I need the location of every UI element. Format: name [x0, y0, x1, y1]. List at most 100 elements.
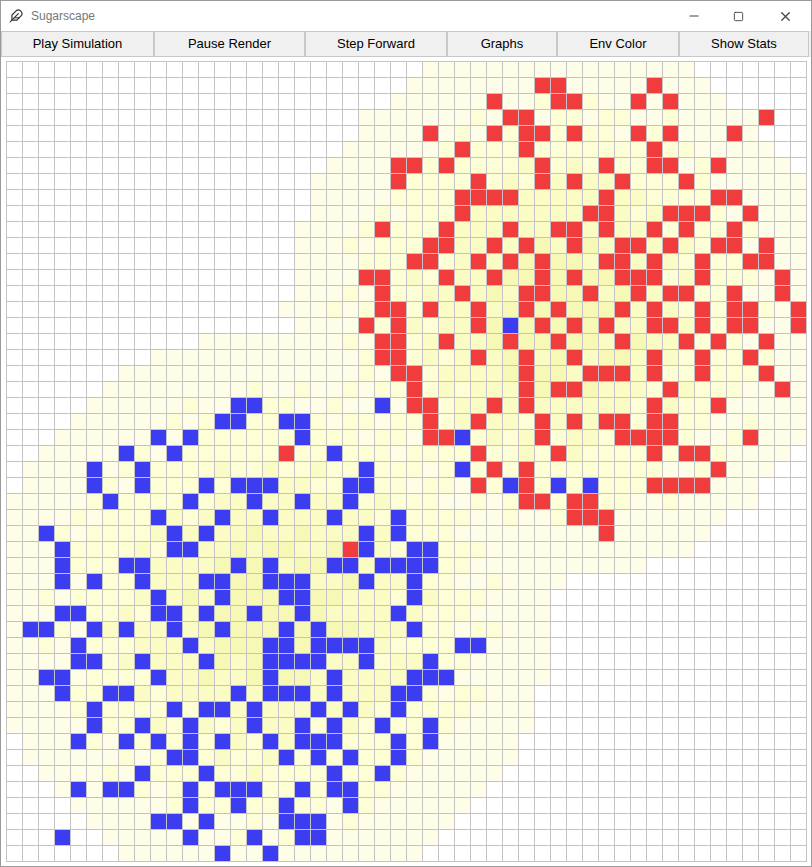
agent-cell: [471, 446, 486, 461]
agent-cell: [423, 398, 438, 413]
sugar-cell: [327, 190, 342, 205]
agent-cell: [407, 622, 422, 637]
sugar-cell: [295, 462, 310, 477]
sugar-cell: [679, 78, 694, 93]
agent-cell: [199, 654, 214, 669]
sugar-cell: [247, 206, 262, 221]
sugar-cell: [711, 590, 726, 605]
sugar-cell: [583, 62, 598, 77]
sugar-cell: [567, 206, 582, 221]
sugar-cell: [23, 206, 38, 221]
sugar-cell: [631, 366, 646, 381]
sugar-cell: [279, 110, 294, 125]
agent-cell: [695, 302, 710, 317]
sugar-cell: [727, 414, 742, 429]
sugar-cell: [311, 366, 326, 381]
agent-cell: [119, 622, 134, 637]
sugar-cell: [375, 382, 390, 397]
sugar-cell: [343, 286, 358, 301]
toolbar-button[interactable]: Pause Render: [154, 31, 305, 57]
sugar-cell: [487, 334, 502, 349]
sugar-cell: [503, 398, 518, 413]
sugar-cell: [311, 606, 326, 621]
sugar-cell: [39, 158, 54, 173]
agent-cell: [295, 574, 310, 589]
sugar-cell: [39, 606, 54, 621]
sugar-cell: [631, 206, 646, 221]
toolbar-button[interactable]: Play Simulation: [1, 31, 154, 57]
agent-cell: [695, 478, 710, 493]
sugar-cell: [39, 270, 54, 285]
agent-cell: [455, 142, 470, 157]
sugar-cell: [583, 446, 598, 461]
sugar-cell: [743, 574, 758, 589]
sugar-cell: [231, 286, 246, 301]
sugar-cell: [375, 654, 390, 669]
close-icon[interactable]: [778, 9, 793, 24]
sugar-cell: [791, 574, 806, 589]
sugar-cell: [327, 494, 342, 509]
sugar-cell: [71, 414, 86, 429]
sugar-cell: [23, 414, 38, 429]
sugar-cell: [87, 398, 102, 413]
sugar-cell: [327, 286, 342, 301]
sugar-cell: [695, 430, 710, 445]
sugarscape-grid[interactable]: [6, 61, 807, 862]
sugar-cell: [135, 110, 150, 125]
sugar-cell: [503, 350, 518, 365]
sugar-cell: [375, 78, 390, 93]
sugar-cell: [759, 446, 774, 461]
sugar-cell: [439, 398, 454, 413]
toolbar-button[interactable]: Graphs: [447, 31, 557, 57]
agent-cell: [423, 302, 438, 317]
agent-cell: [599, 318, 614, 333]
sugar-cell: [711, 94, 726, 109]
sugar-cell: [183, 654, 198, 669]
sugar-cell: [791, 670, 806, 685]
sugar-cell: [295, 158, 310, 173]
sugar-cell: [39, 542, 54, 557]
sugar-cell: [775, 574, 790, 589]
toolbar-button[interactable]: Show Stats: [679, 31, 809, 57]
sugar-cell: [71, 446, 86, 461]
sugar-cell: [567, 110, 582, 125]
sugar-cell: [119, 462, 134, 477]
sugar-cell: [775, 94, 790, 109]
sugar-cell: [71, 270, 86, 285]
toolbar-button[interactable]: Step Forward: [305, 31, 447, 57]
agent-cell: [423, 254, 438, 269]
sugar-cell: [695, 238, 710, 253]
sugar-cell: [503, 302, 518, 317]
sugar-cell: [71, 574, 86, 589]
sugar-cell: [199, 430, 214, 445]
agent-cell: [663, 286, 678, 301]
sugar-cell: [375, 670, 390, 685]
sugar-cell: [455, 622, 470, 637]
sugar-cell: [231, 590, 246, 605]
sugar-cell: [743, 222, 758, 237]
sugar-cell: [71, 558, 86, 573]
sugar-cell: [7, 430, 22, 445]
sugar-cell: [311, 382, 326, 397]
sugar-cell: [71, 334, 86, 349]
sugar-cell: [647, 174, 662, 189]
sugar-cell: [743, 398, 758, 413]
sugar-cell: [87, 190, 102, 205]
minimize-icon[interactable]: [687, 9, 701, 23]
toolbar-button[interactable]: Env Color: [557, 31, 679, 57]
sugar-cell: [727, 254, 742, 269]
sugar-cell: [711, 110, 726, 125]
sugar-cell: [599, 590, 614, 605]
sugar-cell: [23, 350, 38, 365]
sugar-cell: [775, 318, 790, 333]
sugar-cell: [647, 526, 662, 541]
sugar-cell: [23, 270, 38, 285]
sugar-cell: [679, 526, 694, 541]
sugar-cell: [263, 350, 278, 365]
sugar-cell: [103, 606, 118, 621]
sugar-cell: [471, 430, 486, 445]
sugar-cell: [71, 302, 86, 317]
sugar-cell: [455, 126, 470, 141]
sugar-cell: [503, 446, 518, 461]
maximize-icon[interactable]: [733, 11, 744, 22]
